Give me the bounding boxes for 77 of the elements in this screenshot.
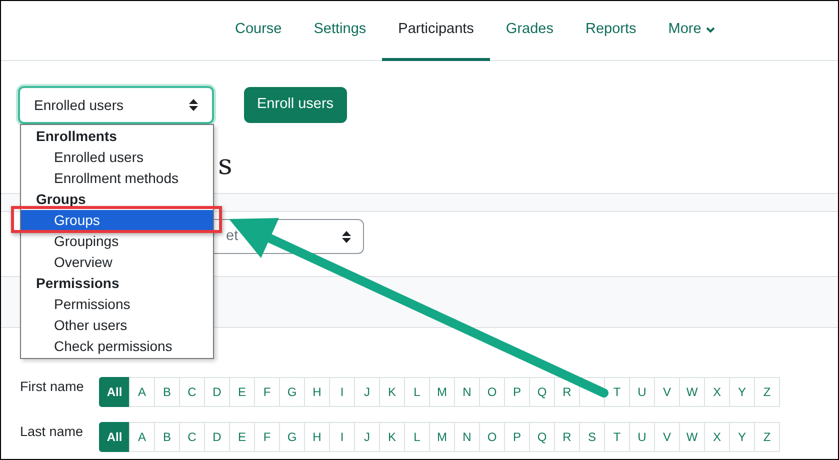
initial-filter-button[interactable]: L (404, 422, 430, 452)
initial-filter-button[interactable]: U (629, 377, 655, 407)
menu-option[interactable]: Permissions (21, 294, 213, 315)
enrollment-select[interactable]: Enrolled users (18, 86, 214, 124)
initial-filter-button[interactable]: P (504, 422, 530, 452)
initial-filter-button[interactable]: J (354, 422, 380, 452)
initial-filter-button[interactable]: S (579, 422, 605, 452)
menu-option[interactable]: Overview (21, 252, 213, 273)
initial-filter-button[interactable]: U (629, 422, 655, 452)
enroll-users-button[interactable]: Enroll users (244, 87, 347, 123)
menu-option[interactable]: Enrolled users (21, 147, 213, 168)
initial-filter-button[interactable]: H (304, 377, 330, 407)
initial-filter-button[interactable]: H (304, 422, 330, 452)
menu-option[interactable]: Check permissions (21, 336, 213, 357)
initial-filter-button[interactable]: K (379, 377, 405, 407)
sort-icon (189, 99, 198, 111)
initial-filter-button[interactable]: Q (529, 377, 555, 407)
nav-tab[interactable]: Participants (382, 1, 490, 61)
initial-filter-button[interactable]: Q (529, 422, 555, 452)
group-header: Permissions (35, 274, 120, 293)
menu-option[interactable]: Other users (21, 315, 213, 336)
initial-filter-button[interactable]: F (254, 422, 280, 452)
initial-filter-button[interactable]: K (379, 422, 405, 452)
nav-tab[interactable]: Course (219, 1, 298, 61)
menu-option[interactable]: Groups (21, 210, 213, 231)
initial-filter-button[interactable]: Z (754, 377, 780, 407)
initial-filter-button[interactable]: D (204, 422, 230, 452)
initial-filter-button[interactable]: Y (729, 377, 755, 407)
nav-tab[interactable]: Grades (490, 1, 570, 61)
initial-filter-button[interactable]: D (204, 377, 230, 407)
initial-filter-button[interactable]: G (279, 422, 305, 452)
filter-label: Last name (20, 423, 84, 441)
initial-filter-button[interactable]: R (554, 422, 580, 452)
filter-label: First name (20, 378, 85, 396)
nav-tab[interactable]: Settings (298, 1, 382, 61)
initial-filter-button[interactable]: X (704, 377, 730, 407)
page-heading: s (218, 148, 232, 181)
initial-filter-button[interactable]: A (129, 422, 155, 452)
group-header: Enrollments (35, 127, 118, 146)
initial-filter-button[interactable]: T (604, 422, 630, 452)
initial-filter-button[interactable]: L (404, 377, 430, 407)
initial-filter-button[interactable]: Y (729, 422, 755, 452)
menu-option[interactable]: Enrollment methods (21, 168, 213, 189)
initial-filter-button[interactable]: O (479, 422, 505, 452)
initial-filter-button[interactable]: P (504, 377, 530, 407)
initial-filter-button[interactable]: G (279, 377, 305, 407)
initial-filter-button[interactable]: E (229, 422, 255, 452)
initial-filter-button[interactable]: V (654, 377, 680, 407)
nav-tab[interactable]: More (652, 1, 732, 61)
initial-filter-button[interactable]: T (604, 377, 630, 407)
group-header: Groups (35, 190, 87, 209)
initial-filter-button[interactable]: V (654, 422, 680, 452)
menu-option[interactable]: Groupings (21, 231, 213, 252)
initial-filter-button[interactable]: A (129, 377, 155, 407)
initial-filter-button[interactable]: X (704, 422, 730, 452)
initial-filter-button[interactable]: N (454, 422, 480, 452)
initial-filter-button[interactable]: E (229, 377, 255, 407)
sort-icon (342, 230, 351, 242)
nav-tab[interactable]: Reports (569, 1, 652, 61)
initial-filter-button[interactable]: B (154, 377, 180, 407)
initial-filter-button[interactable]: C (179, 377, 205, 407)
chevron-down-icon (706, 26, 716, 32)
initial-filter-button[interactable]: Z (754, 422, 780, 452)
initial-filter-button[interactable]: J (354, 377, 380, 407)
initial-filter-button[interactable]: F (254, 377, 280, 407)
initial-filter-button[interactable]: I (329, 377, 355, 407)
initial-filter-button[interactable]: O (479, 377, 505, 407)
initial-filter-button[interactable]: M (429, 377, 455, 407)
initial-filter-button[interactable]: B (154, 422, 180, 452)
initial-filter-button[interactable]: W (679, 422, 705, 452)
initial-filter-button[interactable]: I (329, 422, 355, 452)
initial-filter-button[interactable]: W (679, 377, 705, 407)
initial-filter-button[interactable]: All (99, 377, 130, 407)
initial-filter-button[interactable]: M (429, 422, 455, 452)
initial-filter-button[interactable]: N (454, 377, 480, 407)
initial-filter-button[interactable]: C (179, 422, 205, 452)
initial-filter-button[interactable]: All (99, 422, 130, 452)
